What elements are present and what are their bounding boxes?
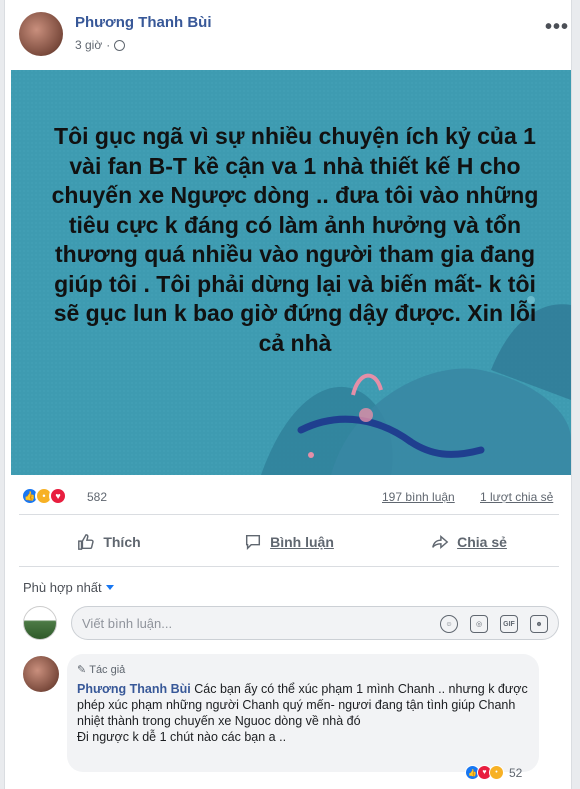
emoji-icon[interactable]: ☺ [440, 615, 458, 633]
divider [19, 514, 559, 515]
pen-icon: ✎ [77, 664, 87, 676]
post-meta: 3 giờ · [75, 38, 126, 52]
thumbs-up-icon [78, 534, 95, 550]
globe-icon [114, 39, 126, 51]
comment-icon [246, 534, 261, 551]
post-header: Phương Thanh Bùi 3 giờ · ••• [19, 10, 569, 60]
comment-button[interactable]: Bình luận [199, 522, 379, 562]
comment-text-2: Đi ngược k dễ 1 chút nào các bạn a .. [77, 730, 287, 744]
post-actions: Thích Bình luận Chia sẻ [19, 522, 559, 562]
share-label: Chia sẻ [457, 534, 507, 550]
comment-input-placeholder: Viết bình luận... [82, 615, 173, 631]
comment-input[interactable]: Viết bình luận... ☺ ◎ GIF ☻ [71, 606, 559, 640]
comment-sort-dropdown[interactable]: Phù hợp nhất [23, 580, 114, 595]
comment-author[interactable]: Phương Thanh Bùi [77, 682, 191, 696]
shares-count-link[interactable]: 1 lượt chia sẻ [480, 490, 553, 504]
post-image[interactable]: Tôi gục ngã vì sự nhiều chuyện ích kỷ củ… [11, 70, 571, 475]
sticker-icon[interactable]: ☻ [530, 615, 548, 633]
post-card: Phương Thanh Bùi 3 giờ · ••• Tôi gục ngã… [4, 0, 572, 789]
camera-icon[interactable]: ◎ [470, 615, 488, 633]
reaction-icons[interactable]: 👍 • ♥ [21, 487, 67, 505]
sort-label: Phù hợp nhất [23, 580, 102, 595]
caret-down-icon [105, 585, 114, 590]
divider [19, 566, 559, 567]
comment-reactions[interactable]: 👍 ♥ • 52 [465, 765, 522, 780]
share-button[interactable]: Chia sẻ [379, 522, 559, 562]
reaction-summary: 👍 • ♥ 582 197 bình luận 1 lượt chia sẻ [19, 484, 569, 508]
comment-label: Bình luận [270, 534, 334, 550]
share-icon [432, 535, 449, 549]
comment-bubble: ✎ Tác giả Phương Thanh Bùi Các bạn ấy có… [67, 654, 539, 772]
comment-body: Phương Thanh Bùi Các bạn ấy có thể xúc p… [77, 681, 529, 729]
like-label: Thích [103, 534, 141, 550]
post-image-text: Tôi gục ngã vì sự nhiều chuyện ích kỷ củ… [51, 123, 539, 356]
comments-count-link[interactable]: 197 bình luận [382, 490, 455, 504]
love-reaction-icon: ♥ [49, 487, 67, 505]
comment-reaction-count: 52 [509, 765, 523, 780]
like-button[interactable]: Thích [19, 522, 199, 562]
comment-input-tools: ☺ ◎ GIF ☻ [440, 615, 548, 633]
author-avatar[interactable] [19, 12, 63, 56]
post-author[interactable]: Phương Thanh Bùi [75, 14, 212, 31]
current-user-avatar [23, 606, 57, 640]
sad-reaction-icon: • [489, 765, 504, 780]
more-options-icon[interactable]: ••• [545, 16, 569, 39]
commenter-avatar[interactable] [23, 656, 59, 692]
reaction-count[interactable]: 582 [87, 490, 107, 504]
author-badge: ✎ Tác giả [77, 664, 126, 676]
gif-icon[interactable]: GIF [500, 615, 518, 633]
post-time[interactable]: 3 giờ [75, 38, 102, 52]
